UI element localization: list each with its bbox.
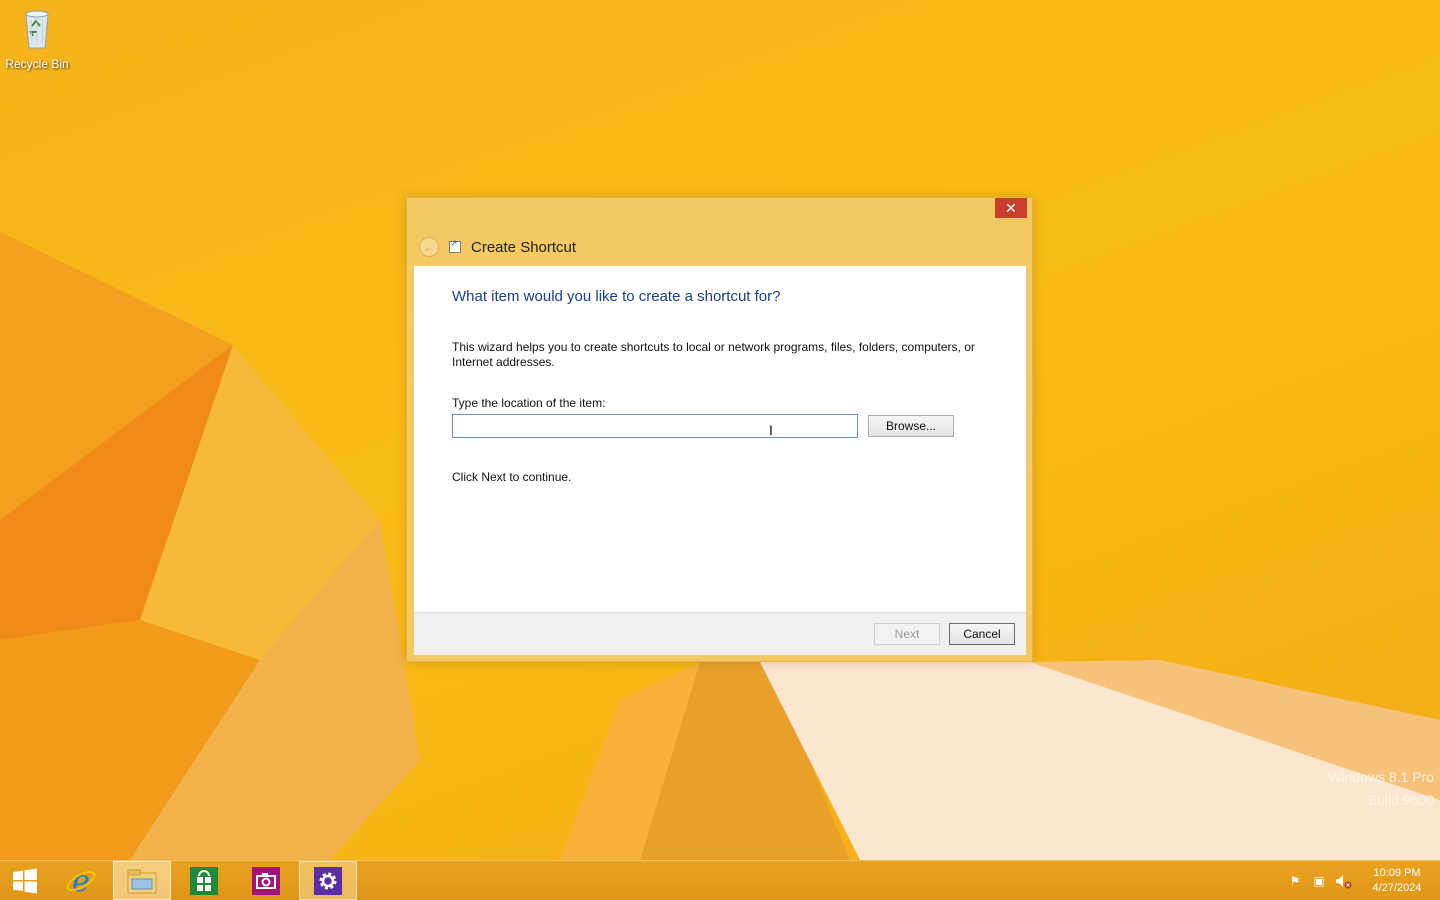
shortcut-icon bbox=[449, 238, 461, 253]
dialog-body: What item would you like to create a sho… bbox=[414, 266, 1026, 612]
close-button[interactable]: ✕ bbox=[995, 198, 1027, 218]
back-arrow-icon: ← bbox=[423, 240, 435, 254]
wizard-heading: What item would you like to create a sho… bbox=[452, 288, 781, 305]
text-cursor-icon: I bbox=[769, 422, 773, 438]
clock-date: 4/27/2024 bbox=[1372, 881, 1422, 894]
recycle-bin-icon bbox=[25, 10, 49, 49]
gear-icon bbox=[314, 866, 342, 895]
desktop: Recycle Bin Windows 8.1 Pro Build 9600 ✕… bbox=[0, 0, 1440, 860]
flag-icon[interactable]: ⚑ bbox=[1286, 872, 1304, 890]
windows-logo-icon bbox=[13, 868, 37, 893]
folder-icon bbox=[127, 869, 157, 893]
taskbar-file-explorer[interactable] bbox=[113, 861, 171, 900]
taskbar-settings[interactable] bbox=[299, 861, 357, 900]
start-button[interactable] bbox=[0, 861, 50, 900]
create-shortcut-dialog: ✕ ← Create Shortcut What item would you … bbox=[406, 197, 1033, 662]
camera-icon bbox=[252, 866, 280, 895]
clock[interactable]: 10:09 PM 4/27/2024 bbox=[1358, 866, 1436, 896]
store-icon bbox=[190, 866, 218, 895]
watermark-edition: Windows 8.1 Pro bbox=[1328, 769, 1434, 785]
continue-hint: Click Next to continue. bbox=[452, 470, 572, 484]
windows-watermark: Windows 8.1 Pro Build 9600 bbox=[1328, 766, 1434, 812]
recycle-bin-label: Recycle Bin bbox=[5, 57, 69, 71]
location-input[interactable] bbox=[452, 414, 858, 438]
network-icon[interactable]: ▣ bbox=[1310, 872, 1328, 890]
svg-text:e: e bbox=[72, 865, 90, 897]
volume-muted-icon[interactable] bbox=[1334, 872, 1352, 890]
taskbar-internet-explorer[interactable]: e bbox=[52, 861, 110, 900]
cancel-button[interactable]: Cancel bbox=[949, 623, 1015, 645]
taskbar-camera[interactable] bbox=[237, 861, 295, 900]
dialog-header: ← Create Shortcut bbox=[415, 232, 1015, 262]
clock-time: 10:09 PM bbox=[1373, 866, 1421, 879]
ie-icon: e bbox=[66, 865, 96, 897]
taskbar: e ⚑ ▣ 10:09 PM 4/27/2024 bbox=[0, 860, 1440, 900]
system-tray: ⚑ ▣ 10:09 PM 4/27/2024 bbox=[1286, 861, 1440, 900]
close-icon: ✕ bbox=[1005, 200, 1017, 216]
location-label: Type the location of the item: bbox=[452, 396, 606, 410]
watermark-build: Build 9600 bbox=[1367, 792, 1434, 808]
dialog-title: Create Shortcut bbox=[471, 238, 577, 256]
taskbar-store[interactable] bbox=[175, 861, 233, 900]
next-button[interactable]: Next bbox=[874, 623, 940, 645]
desktop-icon-recycle-bin[interactable]: Recycle Bin bbox=[4, 6, 70, 71]
browse-button[interactable]: Browse... bbox=[868, 415, 954, 437]
back-button[interactable]: ← bbox=[419, 237, 439, 257]
wizard-description: This wizard helps you to create shortcut… bbox=[452, 340, 975, 369]
dialog-footer: Next Cancel bbox=[414, 612, 1026, 655]
